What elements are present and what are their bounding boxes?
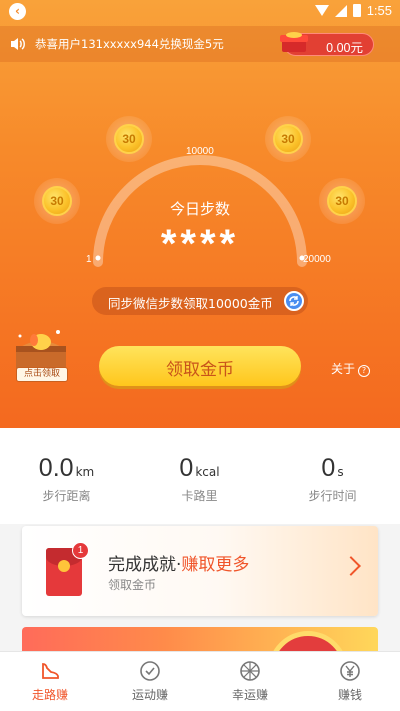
notification-badge: 1: [72, 542, 89, 559]
tab-label: 走路赚: [31, 688, 68, 702]
chest-claim-label[interactable]: 点击领取: [16, 367, 68, 382]
stat-value: 0: [179, 454, 194, 482]
coin-value: 30: [273, 124, 303, 154]
stat-label: 卡路里: [181, 489, 218, 503]
check-circle-icon: [140, 661, 160, 681]
achievement-title-highlight: 赚取更多: [181, 555, 250, 575]
stats-panel: 0.0 km 步行距离 0 kcal 卡路里 0s 步行时间: [0, 428, 400, 524]
achievement-title-plain: 完成成就·: [108, 555, 182, 575]
coin-value: 30: [114, 124, 144, 154]
step-count: ****: [160, 222, 240, 266]
tab-label: 幸运赚: [231, 688, 268, 702]
stat-unit: kcal: [195, 465, 220, 479]
gauge-label-mid: 10000: [186, 146, 214, 157]
stat-calories: 0 kcal 卡路里: [133, 454, 266, 504]
claim-coins-label: 领取金币: [166, 360, 234, 380]
shoe-icon: [42, 663, 59, 679]
stat-unit: s: [337, 465, 344, 479]
tab-label: 运动赚: [131, 688, 168, 702]
today-steps-label: 今日步数: [169, 200, 230, 218]
stat-value: 0.0: [38, 454, 74, 482]
claim-coins-button[interactable]: 领取金币: [99, 346, 301, 386]
achievement-card[interactable]: 1 完成成就·赚取更多 领取金币: [22, 526, 378, 616]
lucky-wheel-icon: [240, 661, 260, 681]
stat-distance: 0.0 km 步行距离: [0, 454, 133, 504]
sync-text: 同步微信步数领取10000金币: [108, 296, 273, 311]
bottom-tab-bar: 走路赚 运动赚 幸运赚 赚钱: [0, 651, 400, 711]
achievement-subtitle: 领取金币: [108, 578, 157, 592]
tab-label: 赚钱: [337, 688, 362, 702]
stat-label: 步行时间: [308, 489, 357, 503]
tab-exercise-earn[interactable]: 运动赚: [100, 652, 200, 711]
coin-bubble[interactable]: 30: [106, 116, 152, 162]
coin-bubble[interactable]: 30: [265, 116, 311, 162]
about-link[interactable]: 关于?: [331, 360, 371, 377]
help-icon: ?: [358, 365, 371, 377]
tab-walk-earn[interactable]: 走路赚: [0, 652, 100, 711]
about-label: 关于: [331, 362, 356, 376]
tab-lucky-earn[interactable]: 幸运赚: [200, 652, 300, 711]
achievement-title: 完成成就·赚取更多: [108, 550, 249, 575]
yen-icon: [340, 661, 360, 681]
stat-label: 步行距离: [42, 489, 91, 503]
stat-unit: km: [75, 465, 95, 479]
refresh-icon: [284, 291, 304, 311]
chevron-right-icon: [341, 556, 361, 576]
hero-section: ‹ 1:55 恭喜用户131xxxxx944兑换现金5元 0.00元 30 30…: [0, 0, 400, 428]
sync-wechat-steps[interactable]: 同步微信步数领取10000金币: [92, 287, 308, 315]
stat-value: 0: [321, 454, 336, 482]
tab-earn-money[interactable]: 赚钱: [300, 652, 400, 711]
stat-time: 0s 步行时间: [266, 454, 399, 504]
